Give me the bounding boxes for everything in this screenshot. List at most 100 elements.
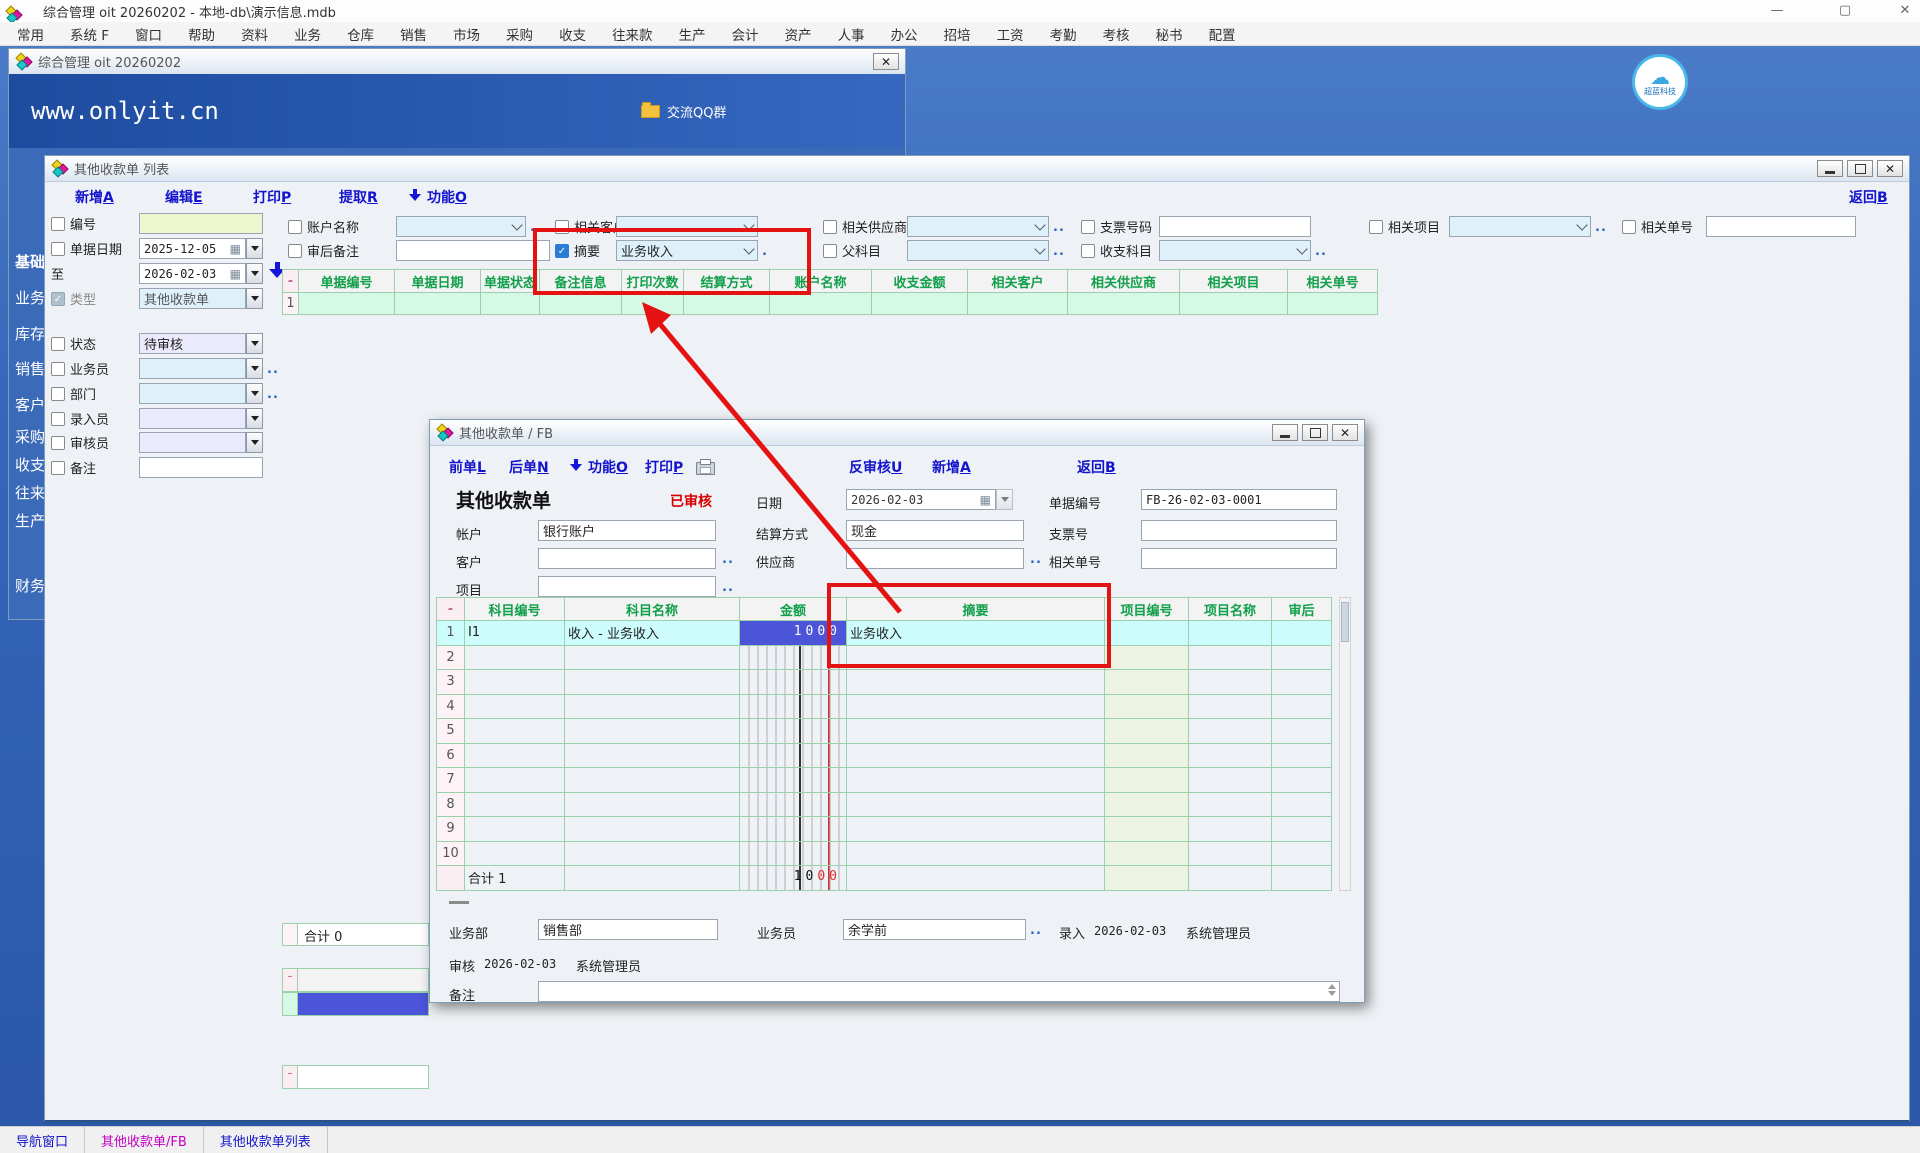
list-grid-header[interactable]: 结算方式 [684, 270, 770, 293]
audit-memo-filter-checkbox[interactable] [288, 244, 302, 258]
auditor-filter-combo[interactable] [139, 432, 246, 453]
row-number-cell[interactable]: 5 [437, 719, 465, 744]
account-filter-combo[interactable] [396, 216, 526, 237]
project-lookup-dots[interactable]: .. [1595, 220, 1607, 235]
subject-name-cell[interactable] [565, 743, 740, 768]
subject-name-cell[interactable] [565, 841, 740, 866]
parent-subject-filter-combo[interactable] [907, 240, 1049, 261]
subject-name-cell[interactable] [565, 670, 740, 695]
entries-grid[interactable]: -科目编号科目名称金额摘要项目编号项目名称审后1I1收入 - 业务收入1000业… [436, 597, 1332, 891]
voucher-next-button[interactable]: 后单N [509, 457, 549, 477]
subject-code-cell[interactable] [465, 743, 565, 768]
subject-code-cell[interactable] [465, 645, 565, 670]
entries-header[interactable]: 科目编号 [465, 598, 565, 621]
list-grid-header[interactable]: 单据日期 [395, 270, 481, 293]
entry-row[interactable]: 6 [437, 743, 1332, 768]
table-row[interactable]: 1 [283, 293, 1378, 315]
row-number-cell[interactable]: 9 [437, 817, 465, 842]
audit-memo-cell[interactable] [1272, 670, 1332, 695]
audit-memo-cell[interactable] [1272, 621, 1332, 646]
menu-item[interactable]: 资产 [772, 24, 825, 44]
no-filter-checkbox[interactable] [51, 217, 65, 231]
audit-memo-filter-input[interactable] [396, 240, 550, 261]
entries-header[interactable]: - [437, 598, 465, 621]
type-filter-dropdown[interactable] [246, 288, 263, 309]
printer-icon[interactable] [696, 462, 715, 475]
menu-item[interactable]: 常用 [4, 24, 57, 44]
menu-item[interactable]: 会计 [719, 24, 772, 44]
no-filter-input[interactable] [139, 213, 263, 234]
voucher-new-button[interactable]: 新增A [932, 457, 971, 477]
entries-scrollbar[interactable] [1339, 597, 1351, 891]
customer-lookup-dots[interactable]: .. [762, 220, 774, 235]
entry-row[interactable]: 3 [437, 670, 1332, 695]
project-filter-checkbox[interactable] [1369, 220, 1383, 234]
audit-memo-cell[interactable] [1272, 645, 1332, 670]
list-extract-button[interactable]: 提取R [339, 187, 378, 207]
cheque-filter-input[interactable] [1159, 216, 1311, 237]
summary-cell[interactable] [847, 670, 1105, 695]
amount-cell[interactable] [740, 768, 847, 793]
amount-cell[interactable] [740, 719, 847, 744]
customer-lookup-dots[interactable]: .. [722, 552, 734, 567]
status-filter-checkbox[interactable] [51, 337, 65, 351]
amount-cell[interactable] [740, 817, 847, 842]
subject-code-cell[interactable] [465, 841, 565, 866]
row-number-cell[interactable]: 2 [437, 645, 465, 670]
summary-cell[interactable] [847, 743, 1105, 768]
docno-filter-checkbox[interactable] [1622, 220, 1636, 234]
menu-item[interactable]: 人事 [825, 24, 878, 44]
memo-filter-input[interactable] [139, 457, 263, 478]
menu-item[interactable]: 市场 [440, 24, 493, 44]
salesman-field[interactable]: 余学前 [843, 919, 1026, 940]
audit-memo-cell[interactable] [1272, 694, 1332, 719]
menu-item[interactable]: 帮助 [175, 24, 228, 44]
project-code-cell[interactable] [1105, 743, 1189, 768]
supplier-filter-checkbox[interactable] [823, 220, 837, 234]
customer-filter-checkbox[interactable] [555, 220, 569, 234]
amount-cell[interactable] [740, 694, 847, 719]
date-to-dropdown[interactable] [246, 263, 263, 284]
subject-code-cell[interactable] [465, 768, 565, 793]
subject-filter-combo[interactable] [1159, 240, 1311, 261]
menu-item[interactable]: 往来款 [599, 24, 666, 44]
row-number-cell[interactable]: 7 [437, 768, 465, 793]
entries-header[interactable]: 摘要 [847, 598, 1105, 621]
row-number-cell[interactable]: 1 [437, 621, 465, 646]
subject-lookup-dots[interactable]: .. [1315, 244, 1327, 259]
list-grid-header[interactable]: 相关客户 [968, 270, 1068, 293]
subject-name-cell[interactable] [565, 719, 740, 744]
website-link[interactable]: www.onlyit.cn [31, 97, 219, 125]
menu-item[interactable]: 办公 [878, 24, 931, 44]
date-from-field[interactable]: 2025-12-05▦ [139, 238, 246, 259]
auditor-filter-dropdown[interactable] [246, 432, 263, 453]
entry-row[interactable]: 1I1收入 - 业务收入1000业务收入 [437, 621, 1332, 646]
dept-filter-checkbox[interactable] [51, 387, 65, 401]
list-grid-header[interactable]: 相关供应商 [1068, 270, 1180, 293]
entry-row[interactable]: 7 [437, 768, 1332, 793]
list-grid-header[interactable]: 相关项目 [1180, 270, 1288, 293]
grid-cell[interactable] [1180, 293, 1288, 315]
grid-cell[interactable] [1288, 293, 1378, 315]
parent-subject-filter-checkbox[interactable] [823, 244, 837, 258]
voucher-prev-button[interactable]: 前单L [449, 457, 486, 477]
supplier-lookup-dots[interactable]: .. [1053, 220, 1065, 235]
account-lookup-dots[interactable]: .. [530, 220, 542, 235]
project-code-cell[interactable] [1105, 694, 1189, 719]
memo-filter-checkbox[interactable] [51, 461, 65, 475]
menu-item[interactable]: 考核 [1090, 24, 1143, 44]
project-filter-combo[interactable] [1449, 216, 1591, 237]
entries-header[interactable]: 科目名称 [565, 598, 740, 621]
project-code-cell[interactable] [1105, 719, 1189, 744]
salesman-lookup-dots[interactable]: .. [267, 362, 279, 377]
menu-item[interactable]: 业务 [281, 24, 334, 44]
entries-header[interactable]: 审后 [1272, 598, 1332, 621]
row-number-cell[interactable]: 1 [283, 293, 299, 315]
supplier-filter-combo[interactable] [907, 216, 1049, 237]
summary-cell[interactable] [847, 768, 1105, 793]
subject-name-cell[interactable] [565, 645, 740, 670]
subject-code-cell[interactable]: I1 [465, 621, 565, 646]
subject-name-cell[interactable] [565, 768, 740, 793]
settle-field[interactable]: 现金 [846, 520, 1024, 541]
grid-cell[interactable] [395, 293, 481, 315]
